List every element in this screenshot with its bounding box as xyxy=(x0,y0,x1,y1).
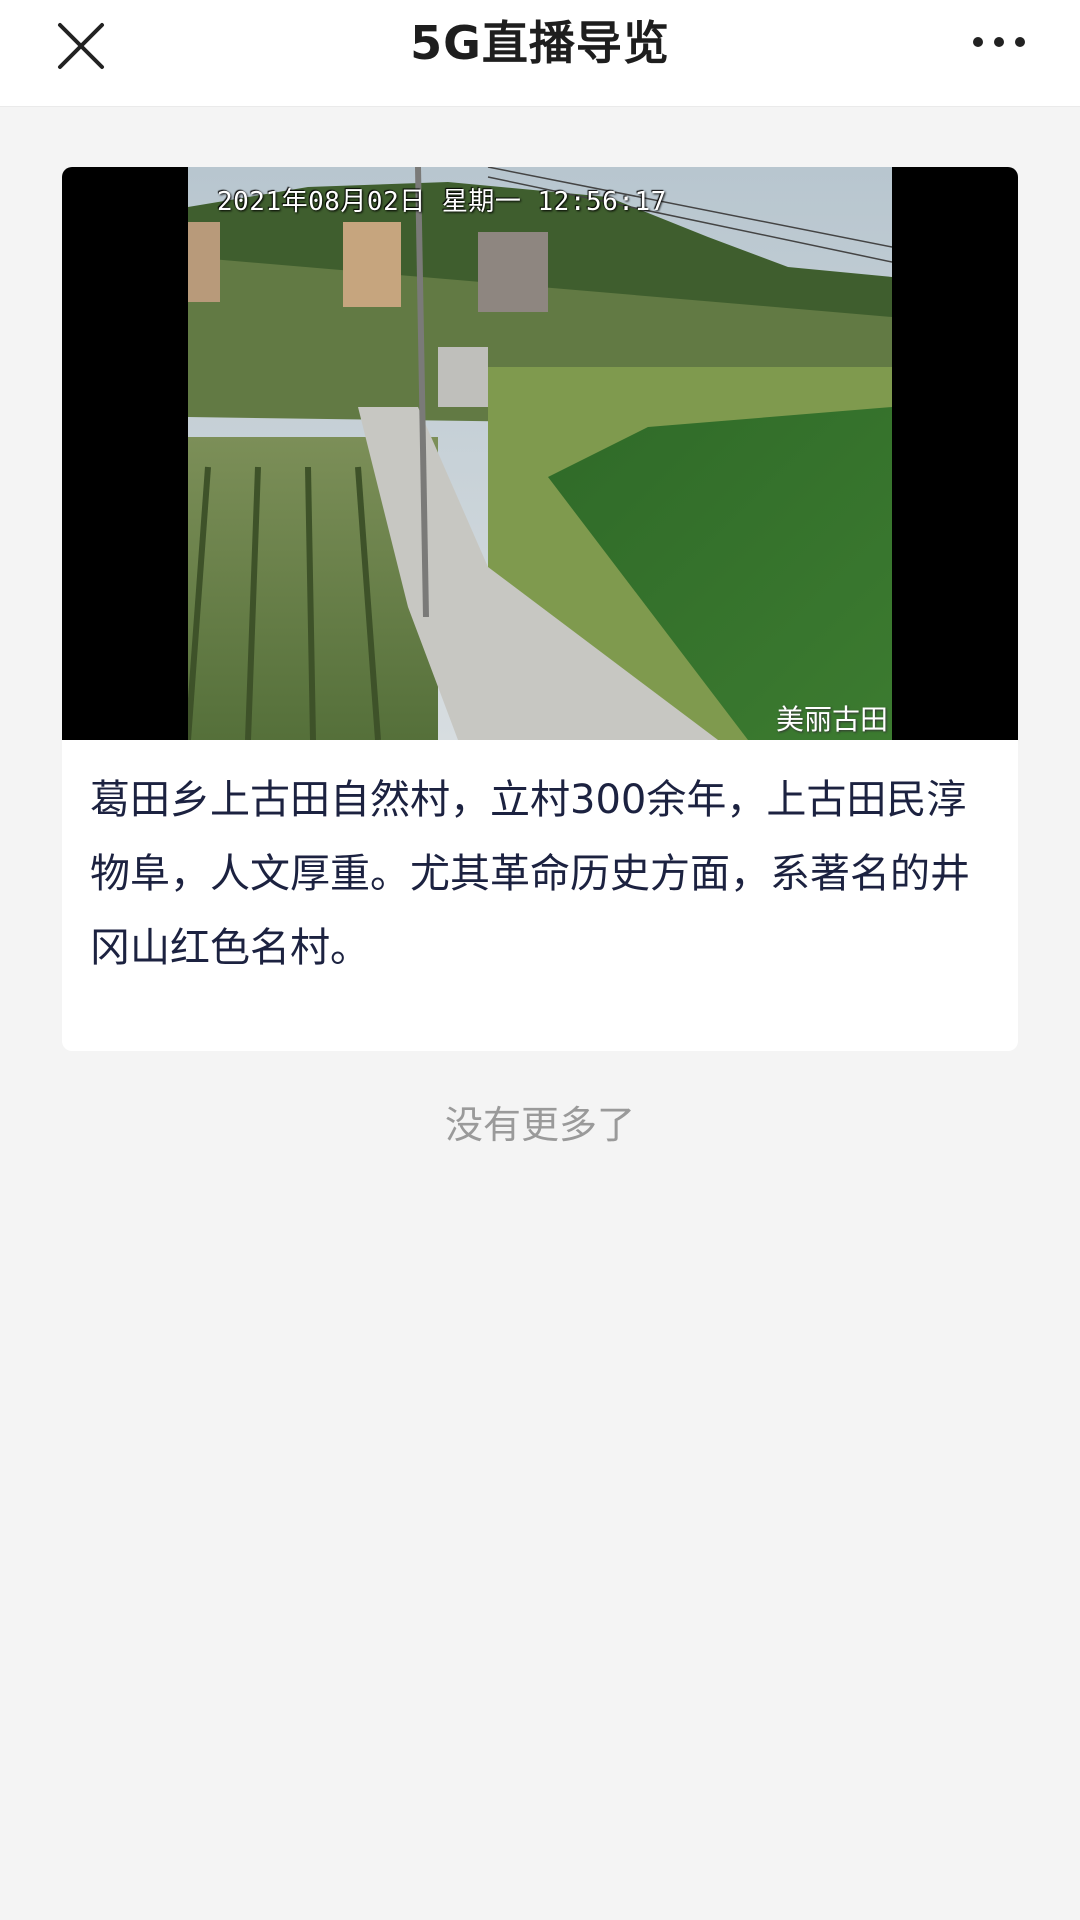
top-nav-bar: 5G直播导览 xyxy=(0,0,1080,107)
no-more-text: 没有更多了 xyxy=(444,1103,635,1147)
stream-description: 葛田乡上古田自然村，立村300余年，上古田民淳物阜，人文厚重。尤其革命历史方面，… xyxy=(90,777,970,971)
video-timestamp: 2021年08月02日 星期一 12:56:17 xyxy=(217,187,667,217)
close-button[interactable] xyxy=(50,15,114,79)
live-stream-card[interactable]: 2021年08月02日 星期一 12:56:17 美丽古田 葛田乡上古田自然村，… xyxy=(62,167,1018,1051)
video-watermark: 美丽古田 xyxy=(775,703,888,736)
more-button[interactable] xyxy=(970,22,1030,62)
more-dots-icon xyxy=(973,37,1025,47)
page-title: 5G直播导览 xyxy=(410,16,670,70)
live-video-player[interactable]: 2021年08月02日 星期一 12:56:17 美丽古田 xyxy=(62,167,1018,740)
video-frame-image xyxy=(188,167,892,740)
close-icon xyxy=(58,23,104,69)
